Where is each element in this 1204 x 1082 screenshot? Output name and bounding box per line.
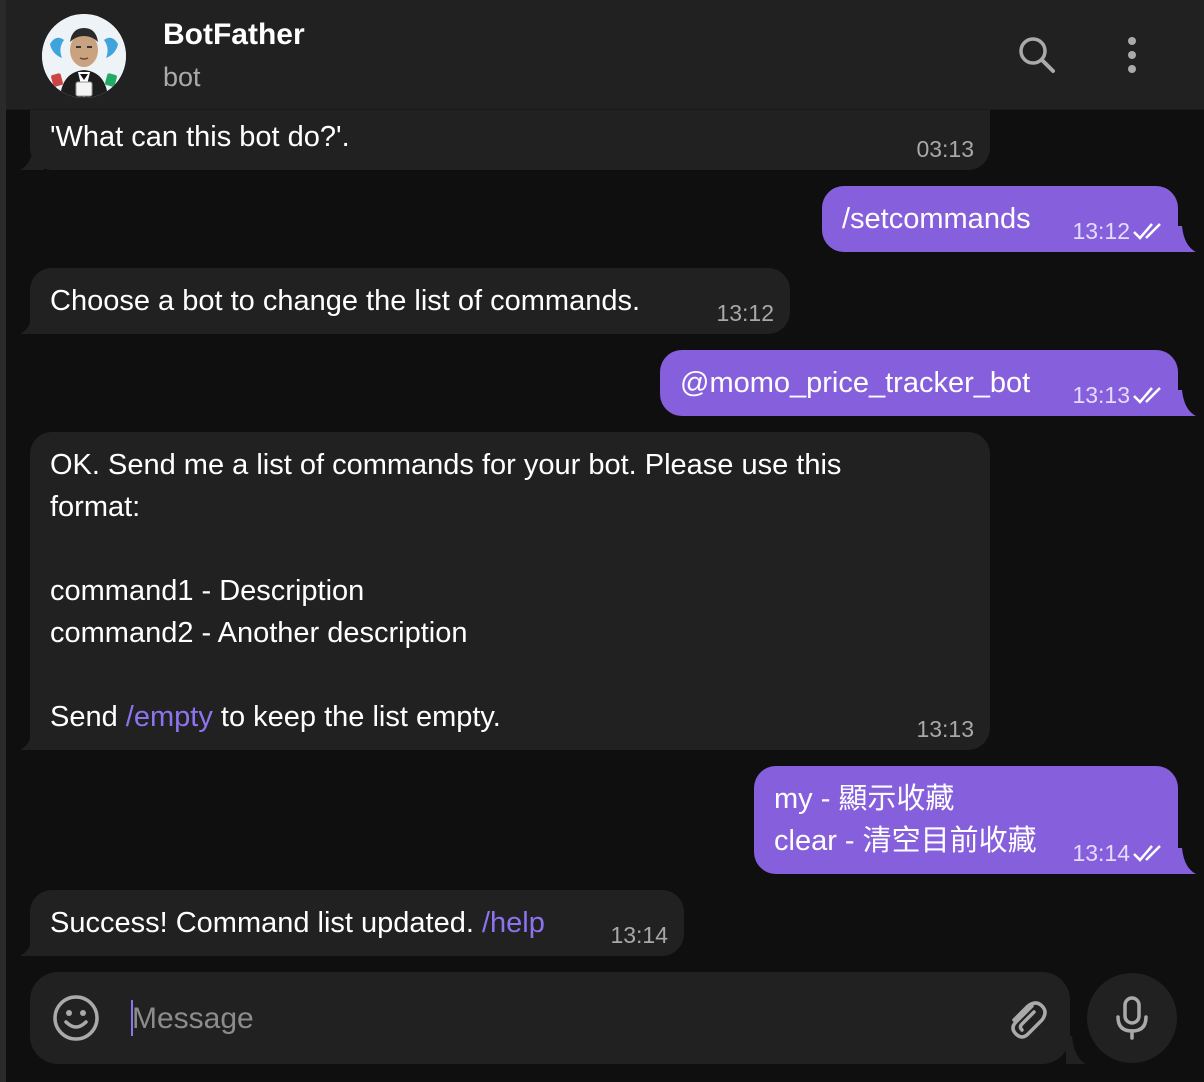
message-time: 13:13 xyxy=(1072,382,1130,408)
message-time: 13:14 xyxy=(610,922,668,948)
message-line: command1 - Description xyxy=(50,575,365,607)
message-text: to keep the list empty. xyxy=(212,701,501,733)
message-time: 13:14 xyxy=(1072,840,1130,866)
double-check-icon xyxy=(1133,223,1161,240)
chat-subtitle: bot xyxy=(163,62,201,92)
bubble-tail xyxy=(1172,226,1196,252)
message-time: 03:13 xyxy=(916,136,974,162)
bubble-tail xyxy=(1172,848,1196,874)
message-time: 13:12 xyxy=(1072,218,1130,244)
microphone-icon xyxy=(1116,996,1148,1040)
message-text: Success! Command list updated. xyxy=(50,907,482,939)
message-outgoing[interactable]: /setcommands 13:12 xyxy=(822,186,1178,252)
message-line-last: Send /empty to keep the list empty. xyxy=(50,696,970,738)
message-outgoing[interactable]: my - 顯示收藏 clear - 清空目前收藏 13:14 xyxy=(754,766,1178,874)
message-line: OK. Send me a list of commands for your … xyxy=(50,449,842,481)
message-incoming[interactable]: Choose a bot to change the list of comma… xyxy=(30,268,790,334)
command-link-empty[interactable]: /empty xyxy=(126,701,213,733)
text-caret xyxy=(131,1000,133,1036)
message-input[interactable] xyxy=(130,994,994,1044)
message-incoming[interactable]: OK. Send me a list of commands for your … xyxy=(30,432,990,750)
message-outgoing[interactable]: @momo_price_tracker_bot 13:13 xyxy=(660,350,1178,416)
message-text: Choose a bot to change the list of comma… xyxy=(50,285,641,317)
chat-header: BotFather bot xyxy=(6,0,1204,110)
message-text: 'What can this bot do?'. xyxy=(50,121,350,153)
botfather-avatar-image xyxy=(42,14,126,98)
more-vertical-icon[interactable] xyxy=(1107,30,1157,80)
message-time: 13:12 xyxy=(716,300,774,326)
bubble-tail xyxy=(20,930,44,956)
double-check-icon xyxy=(1133,387,1161,404)
message-time: 13:13 xyxy=(916,716,974,742)
message-line: my - 顯示收藏 xyxy=(774,783,955,815)
search-icon[interactable] xyxy=(1012,30,1062,80)
message-line: command2 - Another description xyxy=(50,617,468,649)
bubble-tail xyxy=(20,144,44,170)
bubble-tail xyxy=(20,308,44,334)
double-check-icon xyxy=(1133,845,1161,862)
chat-title[interactable]: BotFather xyxy=(163,18,305,52)
message-list[interactable]: 'What can this bot do?'. 03:13 /setcomma… xyxy=(6,110,1204,972)
command-link-help[interactable]: /help xyxy=(482,907,545,939)
message-incoming[interactable]: Success! Command list updated. /help 13:… xyxy=(30,890,684,956)
emoji-icon[interactable] xyxy=(50,992,102,1044)
composer-tail xyxy=(1066,1036,1086,1064)
message-line: format: xyxy=(50,491,141,523)
microphone-button[interactable] xyxy=(1087,973,1177,1063)
message-text-wrap: Success! Command list updated. /help xyxy=(50,902,664,944)
bubble-tail xyxy=(20,724,44,750)
message-incoming[interactable]: 'What can this bot do?'. 03:13 xyxy=(30,110,990,170)
paperclip-icon[interactable] xyxy=(1002,994,1050,1042)
message-text: Send xyxy=(50,701,126,733)
message-composer xyxy=(30,972,1070,1064)
bubble-tail xyxy=(1172,390,1196,416)
avatar[interactable] xyxy=(42,14,126,98)
